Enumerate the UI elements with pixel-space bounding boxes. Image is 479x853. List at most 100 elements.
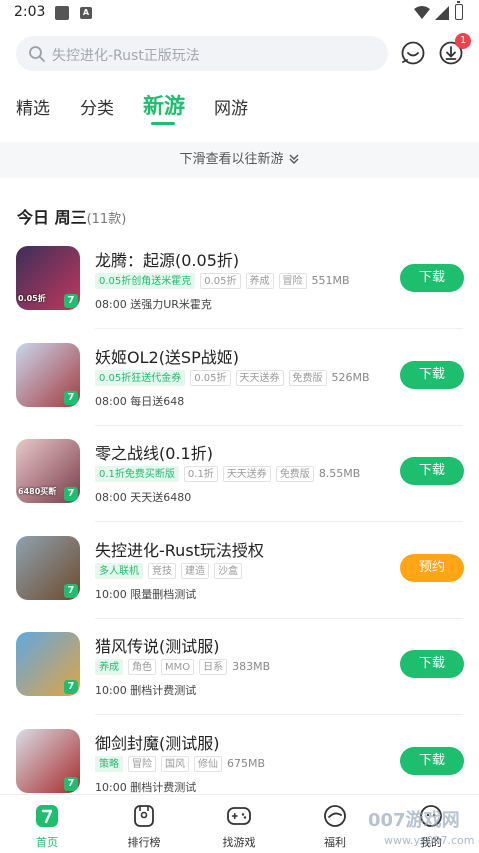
watermark-text: 007游戏网 — [368, 810, 460, 831]
tab-featured[interactable]: 精选 — [16, 94, 50, 119]
game-size: 675MB — [227, 757, 266, 770]
game-tag: 天天送券 — [235, 370, 284, 386]
brand-mark-icon: 7 — [64, 294, 78, 308]
game-tag: 免费版 — [275, 466, 314, 482]
nav-home-label: 首页 — [36, 836, 58, 849]
game-highlight-tag: 策略 — [95, 756, 123, 772]
game-tag: 0.1折 — [183, 466, 218, 482]
gamepad-icon — [227, 807, 251, 825]
search-bar[interactable]: 失控进化-Rust正版玩法 — [16, 36, 388, 71]
message-icon[interactable] — [400, 40, 426, 66]
status-time: 2:03 — [14, 4, 46, 20]
game-tag: 0.05折 — [200, 273, 241, 289]
nav-ranking[interactable]: 排行榜 — [114, 803, 174, 850]
brand-mark-icon: 7 — [64, 487, 78, 501]
history-banner[interactable]: 下滑查看以往新游 — [0, 142, 479, 178]
battery-icon — [455, 1, 463, 20]
game-icon-label: 0.05折 — [18, 294, 46, 303]
game-title[interactable]: 御剑封魔(测试服) — [95, 730, 220, 754]
game-size: 8.55MB — [318, 467, 361, 480]
game-highlight-tag: 0.05折创角送米霍克 — [95, 273, 196, 289]
divider — [95, 328, 463, 329]
game-description: 10:00 限量删档测试 — [95, 588, 197, 601]
game-tag: 免费版 — [288, 370, 327, 386]
divider — [95, 618, 463, 619]
game-icon[interactable]: 7 — [16, 536, 80, 600]
game-tag: 冒险 — [278, 273, 307, 289]
game-description: 08:00 天天送6480 — [95, 491, 192, 504]
download-button[interactable]: 下载 — [400, 747, 464, 775]
brand-mark-icon: 7 — [64, 584, 78, 598]
game-tag: 建造 — [181, 563, 209, 579]
game-tag: 0.05折 — [190, 370, 231, 386]
game-description: 10:00 删档计费测试 — [95, 781, 197, 794]
game-tag: 冒险 — [128, 756, 156, 772]
download-button[interactable]: 下载 — [400, 361, 464, 389]
nav-welfare[interactable]: 福利 — [305, 803, 365, 850]
brand-mark-icon: 7 — [64, 391, 78, 405]
game-tag: 养成 — [245, 273, 274, 289]
section-heading: 今日 周三(11款) — [17, 204, 126, 228]
game-title[interactable]: 妖姬OL2(送SP战姬) — [95, 344, 239, 368]
banner-text: 下滑查看以往新游 — [179, 152, 284, 167]
ranking-icon — [134, 805, 154, 827]
game-tags: 策略 冒险 国风 修仙 675MB — [95, 756, 265, 772]
notification-icon — [55, 6, 69, 20]
tab-online-games[interactable]: 网游 — [214, 94, 248, 119]
section-count: (11款) — [86, 212, 127, 227]
divider — [95, 425, 463, 426]
game-row[interactable]: 6480买断 7 零之战线(0.1折) 0.1折免费买断版 0.1折 天天送券 免费版 8.5… — [0, 439, 479, 535]
game-icon[interactable]: 7 — [16, 729, 80, 793]
game-highlight-tag: 0.1折免费买断版 — [95, 466, 179, 482]
game-description: 08:00 送强力UR米霍克 — [95, 298, 212, 311]
game-highlight-tag: 多人联机 — [95, 563, 143, 579]
nav-ranking-label: 排行榜 — [127, 836, 161, 849]
status-bar: 2:03 A — [0, 0, 479, 26]
game-icon[interactable]: 0.05折 7 — [16, 246, 80, 310]
game-row[interactable]: 7 妖姬OL2(送SP战姬) 0.05折狂送代金券 0.05折 天天送券 免费版 526MB… — [0, 343, 479, 439]
game-tag: 沙盒 — [214, 563, 242, 579]
wifi-icon — [414, 6, 430, 19]
game-tag: 竞技 — [148, 563, 176, 579]
download-button[interactable]: 下载 — [400, 457, 464, 485]
home-icon — [36, 805, 58, 827]
gift-icon — [324, 805, 346, 827]
game-icon[interactable]: 7 — [16, 632, 80, 696]
notification-a-icon: A — [80, 7, 92, 19]
active-tab-indicator — [151, 122, 175, 125]
nav-welfare-label: 福利 — [324, 836, 346, 849]
download-badge: 1 — [455, 33, 471, 49]
game-tags: 养成 角色 MMO 日系 383MB — [95, 659, 270, 675]
tab-new-games[interactable]: 新游 — [143, 90, 185, 120]
download-button[interactable]: 下载 — [400, 264, 464, 292]
game-row[interactable]: 0.05折 7 龙腾：起源(0.05折) 0.05折创角送米霍克 0.05折 养成 冒险 55… — [0, 246, 479, 342]
search-placeholder: 失控进化-Rust正版玩法 — [52, 48, 200, 64]
game-highlight-tag: 养成 — [95, 659, 123, 675]
game-tags: 多人联机 竞技 建造 沙盒 — [95, 563, 247, 579]
nav-home[interactable]: 首页 — [17, 803, 77, 850]
game-size: 526MB — [331, 371, 370, 384]
game-size: 383MB — [232, 660, 271, 673]
game-title[interactable]: 零之战线(0.1折) — [95, 440, 213, 464]
game-tag: 日系 — [199, 659, 228, 675]
download-button[interactable]: 下载 — [400, 650, 464, 678]
nav-find-games[interactable]: 找游戏 — [209, 803, 269, 850]
game-row[interactable]: 7 猎风传说(测试服) 养成 角色 MMO 日系 383MB 10:00 删档计费测试 下载 — [0, 632, 479, 728]
divider — [95, 714, 463, 715]
reserve-button[interactable]: 预约 — [400, 554, 464, 582]
game-icon[interactable]: 6480买断 7 — [16, 439, 80, 503]
game-title[interactable]: 龙腾：起源(0.05折) — [95, 247, 239, 271]
game-title[interactable]: 猎风传说(测试服) — [95, 633, 220, 657]
game-icon[interactable]: 7 — [16, 343, 80, 407]
category-tabs: 精选 分类 新游 网游 — [0, 88, 479, 128]
game-description: 08:00 每日送648 — [95, 395, 185, 408]
watermark-url: www.yx007.com — [384, 834, 475, 847]
game-row[interactable]: 7 失控进化-Rust玩法授权多人联机 竞技 建造 沙盒 10:00 限量删档测试 预约 — [0, 536, 479, 632]
game-tag: 修仙 — [194, 756, 222, 772]
game-tag: MMO — [161, 659, 195, 675]
game-size: 551MB — [311, 274, 350, 287]
divider — [95, 521, 463, 522]
tab-category[interactable]: 分类 — [80, 94, 114, 119]
game-tag: 角色 — [128, 659, 156, 675]
game-title[interactable]: 失控进化-Rust玩法授权 — [95, 537, 264, 561]
